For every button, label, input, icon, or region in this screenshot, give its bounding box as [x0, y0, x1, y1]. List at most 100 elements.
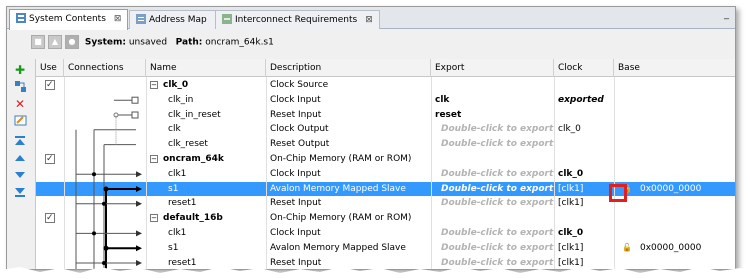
tab-label: Address Map	[149, 15, 207, 25]
grid-line	[146, 77, 147, 269]
export-cell[interactable]: Double-click to export	[431, 182, 554, 197]
clock-cell[interactable]: clk_0	[554, 226, 614, 241]
clock-cell[interactable]	[554, 152, 614, 167]
export-cell[interactable]: Double-click to export	[431, 241, 554, 256]
clock-cell[interactable]	[554, 137, 614, 152]
close-icon[interactable]: ⊠	[365, 15, 373, 25]
clock-cell[interactable]: [clk1]	[554, 241, 614, 256]
edit-icon[interactable]	[13, 114, 27, 128]
tab-label: System Contents	[29, 14, 106, 24]
name-cell: s1	[146, 182, 266, 197]
grid-line	[554, 77, 555, 269]
base-cell[interactable]	[614, 167, 735, 182]
interface-name: clk1	[168, 168, 187, 179]
arrow-icon	[136, 200, 142, 207]
description-cell: Clock Input	[270, 168, 321, 179]
base-cell[interactable]	[614, 196, 735, 211]
column-header-base[interactable]: Base	[614, 59, 735, 77]
clock-cell[interactable]: exported	[554, 93, 614, 108]
tab-label: Interconnect Requirements	[235, 15, 358, 25]
column-header-clock[interactable]: Clock	[554, 59, 614, 77]
clock-cell[interactable]	[554, 78, 614, 93]
export-cell[interactable]	[431, 152, 554, 167]
clock-cell[interactable]: [clk1]	[554, 182, 614, 197]
grid-line	[266, 77, 267, 269]
system-label: System:	[84, 37, 126, 48]
connections-graph[interactable]	[36, 59, 146, 270]
export-cell[interactable]: reset	[431, 108, 554, 123]
grid-line	[431, 77, 432, 269]
interface-name: s1	[168, 183, 179, 194]
base-cell[interactable]: 🔒 0x0000_0000	[614, 182, 735, 197]
collapse-icon[interactable]: −	[150, 213, 158, 222]
collapse-icon[interactable]: −	[150, 154, 158, 163]
description-cell: On-Chip Memory (RAM or ROM)	[270, 154, 412, 164]
base-cell[interactable]	[614, 78, 735, 93]
add-icon[interactable]: ✚	[13, 63, 27, 77]
interface-name: clk_reset	[168, 139, 208, 150]
interface-name: clk1	[168, 228, 187, 238]
system-contents-table: Use Connections Name Description Export …	[35, 59, 735, 270]
description-cell: Clock Input	[270, 228, 321, 238]
export-cell[interactable]: Double-click to export	[431, 196, 554, 211]
column-header-export[interactable]: Export	[431, 59, 554, 77]
base-cell[interactable]	[614, 108, 735, 123]
torn-edge-bottom	[0, 267, 750, 279]
description-cell: Avalon Memory Mapped Slave	[270, 183, 406, 194]
export-cell[interactable]: clk	[431, 93, 554, 108]
connection-dot	[92, 231, 96, 236]
interface-name: s1	[168, 242, 179, 253]
clock-cell[interactable]: clk_0	[554, 167, 614, 182]
up-icon[interactable]: ▲	[48, 35, 62, 49]
base-cell[interactable]	[614, 152, 735, 167]
move-down-icon[interactable]	[13, 169, 27, 183]
arrow-icon	[136, 245, 142, 252]
arrow-icon	[136, 171, 142, 178]
export-cell[interactable]: Double-click to export	[431, 137, 554, 152]
base-cell[interactable]	[614, 211, 735, 226]
path-label: Path:	[175, 37, 203, 48]
system-value: unsaved	[128, 37, 168, 48]
base-cell[interactable]	[614, 93, 735, 108]
move-bottom-icon[interactable]	[13, 186, 27, 200]
connection-dot	[102, 201, 106, 206]
component-name: clk_0	[163, 80, 189, 90]
minimize-button[interactable]: _	[724, 9, 729, 20]
export-cell[interactable]	[431, 211, 554, 226]
base-cell[interactable]	[614, 226, 735, 241]
column-header-description[interactable]: Description	[266, 59, 431, 77]
export-cell[interactable]: Double-click to export	[431, 122, 554, 137]
column-header-name[interactable]: Name	[146, 59, 266, 77]
tab-interconnect-requirements[interactable]: Interconnect Requirements ⊠	[215, 10, 380, 29]
clock-cell[interactable]	[554, 108, 614, 123]
description-cell: Avalon Memory Mapped Slave	[270, 242, 406, 253]
path-value: oncram_64k.s1	[205, 37, 274, 48]
export-cell[interactable]	[431, 78, 554, 93]
name-cell: clk1	[146, 226, 266, 241]
move-top-icon[interactable]	[13, 135, 27, 149]
base-cell[interactable]	[614, 122, 735, 137]
lock-icon[interactable]: 🔓	[622, 241, 632, 256]
export-cell[interactable]: Double-click to export	[431, 226, 554, 241]
base-cell[interactable]	[614, 137, 735, 152]
base-cell[interactable]: 🔓 0x0000_0000	[614, 241, 735, 256]
remove-icon[interactable]: ✕	[13, 97, 27, 111]
collapse-icon[interactable]: −	[150, 80, 158, 89]
interface-name: clk_in_reset	[168, 109, 221, 120]
tab-bar: System Contents ⊠ Address Map ⊠ Interconne…	[7, 7, 735, 30]
close-icon[interactable]: ⊠	[114, 14, 122, 24]
connect-icon[interactable]	[13, 80, 27, 94]
name-cell: − oncram_64k	[146, 152, 266, 167]
export-cell[interactable]: Double-click to export	[431, 167, 554, 182]
tab-system-contents[interactable]: System Contents ⊠	[9, 9, 129, 30]
clock-cell[interactable]	[554, 211, 614, 226]
description-cell: Clock Input	[270, 94, 321, 105]
grid-line	[614, 77, 615, 269]
description-cell: Clock Source	[270, 80, 329, 90]
move-up-icon[interactable]	[13, 152, 27, 166]
description-cell: Reset Input	[270, 109, 322, 120]
back-icon[interactable]: ■	[31, 35, 45, 49]
clock-cell[interactable]: [clk1]	[554, 196, 614, 211]
clock-cell[interactable]: clk_0	[554, 122, 614, 137]
connection-dot	[103, 245, 109, 251]
